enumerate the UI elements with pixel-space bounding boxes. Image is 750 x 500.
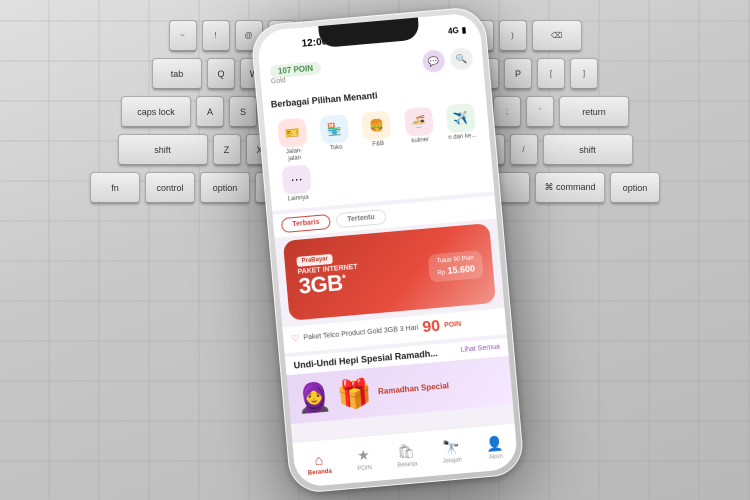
search-icon-btn[interactable]: 🔍 <box>450 47 474 71</box>
explore-icon: 🔭 <box>442 438 461 456</box>
icon-item-store[interactable]: 🏪 Toko <box>314 114 356 160</box>
travel-icon: 🎫 <box>277 118 307 148</box>
key-return[interactable]: return <box>559 96 629 128</box>
banner-badge-price: Rp 15.600 <box>437 263 475 276</box>
key-bracket-l[interactable]: [ <box>537 58 565 90</box>
key-delete[interactable]: ⌫ <box>532 20 582 52</box>
signal-icon: 4G <box>448 25 459 35</box>
key-command-right[interactable]: ⌘ command <box>535 172 605 204</box>
heart-icon: ♡ <box>291 333 300 345</box>
store-icon: 🏪 <box>319 114 349 144</box>
phone-screen: 12:00 4G ▮ 107 POIN Gold <box>256 12 518 488</box>
icon-item-fb[interactable]: 🍔 F&B <box>356 110 398 156</box>
key-z[interactable]: Z <box>213 134 241 166</box>
banner-pre-label: PraBayar <box>296 254 333 267</box>
nav-poin[interactable]: ★ POIN <box>355 446 372 472</box>
key-s[interactable]: S <box>229 96 257 128</box>
key-1[interactable]: ! <box>202 20 230 52</box>
travel2-label: n dan ke... <box>448 133 476 142</box>
promo-char-1: 🧕 <box>295 379 333 415</box>
tab-tertentu[interactable]: Tertentu <box>336 209 387 228</box>
battery-icon: ▮ <box>461 25 466 34</box>
key-semicolon[interactable]: ; <box>493 96 521 128</box>
key-caps[interactable]: caps lock <box>121 96 191 128</box>
status-icons: 4G ▮ <box>448 25 467 36</box>
points-unit: POIN <box>444 321 462 329</box>
nav-belanja[interactable]: 🛍 Belanja <box>396 442 418 469</box>
nav-poin-label: POIN <box>357 465 372 472</box>
chat-icon-btn[interactable]: 💬 <box>422 49 446 73</box>
banner-badge: Tukar 90 Poin Rp 15.600 <box>428 250 484 282</box>
more-label: Lainnya <box>288 195 310 203</box>
banner-card[interactable]: PraBayar PAKET INTERNET 3GB* Tukar 90 Po… <box>283 223 496 321</box>
fb-icon: 🍔 <box>361 110 391 140</box>
key-shift-r[interactable]: shift <box>543 134 633 166</box>
poin-icon: ★ <box>356 446 370 464</box>
app-content: 107 POIN Gold 💬 🔍 Berbagai Pilihan Menan… <box>259 40 519 488</box>
nav-akun[interactable]: 👤 Akun <box>485 435 505 461</box>
more-icon: ⋯ <box>281 165 311 195</box>
points-display: 107 POIN Gold <box>269 61 322 85</box>
key-option-left[interactable]: option <box>200 172 250 204</box>
nav-jelajah-label: Jelajah <box>443 457 462 465</box>
key-slash[interactable]: / <box>510 134 538 166</box>
key-bracket-r[interactable]: ] <box>570 58 598 90</box>
icon-item-travel2[interactable]: ✈️ n dan ke... <box>440 103 482 149</box>
see-more-link[interactable]: Lihat Semua <box>460 344 500 354</box>
phone-device: 12:00 4G ▮ 107 POIN Gold <box>250 6 525 495</box>
user-icon: 👤 <box>485 435 504 453</box>
key-a[interactable]: A <box>196 96 224 128</box>
phone-case: 12:00 4G ▮ 107 POIN Gold <box>250 6 525 495</box>
nav-jelajah[interactable]: 🔭 Jelajah <box>441 438 462 465</box>
kuliner-icon: 🍜 <box>403 107 433 137</box>
icon-item-kuliner[interactable]: 🍜 kuliner <box>398 106 440 152</box>
icon-item-travel[interactable]: 🎫 Jalan-jalan <box>272 117 314 163</box>
fb-label: F&B <box>372 141 384 149</box>
shop-icon: 🛍 <box>397 442 416 460</box>
home-icon: ⌂ <box>314 451 324 468</box>
icon-item-more[interactable]: ⋯ Lainnya <box>276 164 317 204</box>
points-num: 90 <box>422 318 441 337</box>
key-option-right[interactable]: option <box>610 172 660 204</box>
kuliner-label: kuliner <box>411 137 429 145</box>
key-control[interactable]: control <box>145 172 195 204</box>
promo-content: Ramadhan Special <box>378 381 450 396</box>
promo-ramadan-label: Ramadhan Special <box>378 381 450 396</box>
travel2-icon: ✈️ <box>446 103 476 133</box>
store-label: Toko <box>330 145 343 153</box>
key-p[interactable]: P <box>504 58 532 90</box>
points-detail-text: Paket Telco Product Gold 3GB 3 Hari <box>303 325 419 342</box>
tab-terbaris[interactable]: Terbaris <box>281 214 331 233</box>
nav-beranda[interactable]: ⌂ Beranda <box>306 450 332 476</box>
icon-grid: 🎫 Jalan-jalan 🏪 Toko 🍔 F&B 🍜 kuliner <box>264 96 494 211</box>
header-icons: 💬 🔍 <box>422 47 474 73</box>
key-q[interactable]: Q <box>207 58 235 90</box>
travel-label: Jalan-jalan <box>286 148 303 163</box>
key-tab[interactable]: tab <box>152 58 202 90</box>
key-fn[interactable]: fn <box>90 172 140 204</box>
promo-char-2: 🎁 <box>336 376 374 412</box>
key-quote[interactable]: ' <box>526 96 554 128</box>
key-shift-l[interactable]: shift <box>118 134 208 166</box>
nav-belanja-label: Belanja <box>397 461 417 469</box>
key-0[interactable]: ) <box>499 20 527 52</box>
nav-beranda-label: Beranda <box>308 468 332 476</box>
key-tilde[interactable]: ~ <box>169 20 197 52</box>
nav-akun-label: Akun <box>489 454 503 461</box>
